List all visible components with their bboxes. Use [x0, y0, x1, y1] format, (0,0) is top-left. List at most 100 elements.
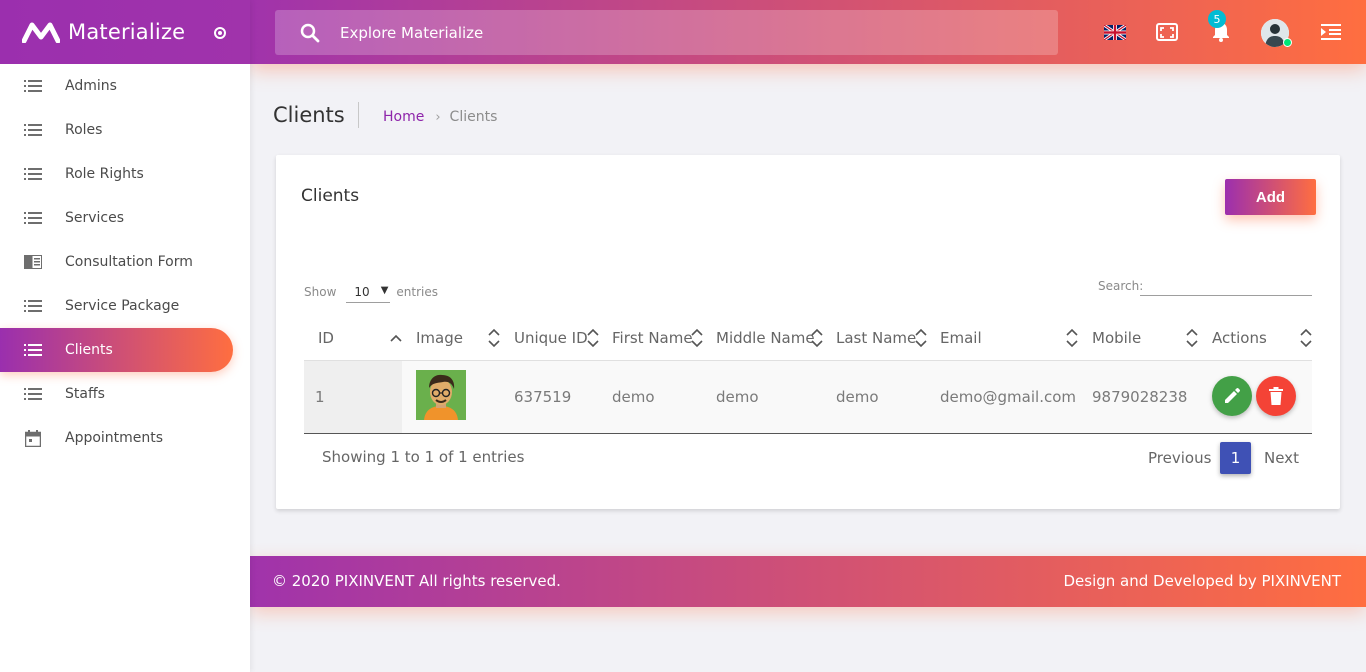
- sidebar-collapse-toggle-icon[interactable]: [214, 27, 226, 39]
- sort-icon[interactable]: [488, 327, 500, 349]
- sidebar-item-clients[interactable]: Clients: [0, 328, 233, 372]
- cell-email: demo@gmail.com: [940, 388, 1077, 406]
- list-icon: [24, 79, 42, 93]
- search-icon: [300, 23, 320, 42]
- cell-id: 1: [315, 388, 325, 406]
- pagination-next[interactable]: Next: [1264, 449, 1299, 467]
- uk-flag-icon[interactable]: [1103, 20, 1127, 44]
- sidebar-nav: Admins Roles Role Rights Services Consul…: [0, 64, 250, 460]
- sidebar-item-label: Service Package: [65, 298, 180, 314]
- card-title: Clients: [301, 186, 360, 206]
- pencil-icon: [1225, 388, 1240, 403]
- list-icon: [24, 123, 42, 137]
- brand-bar: Materialize: [0, 0, 250, 64]
- column-header-id[interactable]: ID: [318, 315, 334, 361]
- cell-middle-name: demo: [716, 388, 759, 406]
- column-header-last-name[interactable]: Last Name: [836, 315, 916, 361]
- list-icon: [24, 299, 42, 313]
- fullscreen-icon[interactable]: [1155, 20, 1179, 44]
- clients-card: Clients Add Show 10 ▼ entries Search: ID…: [276, 155, 1340, 509]
- sidebar-item-staffs[interactable]: Staffs: [0, 372, 250, 416]
- edit-button[interactable]: [1212, 376, 1252, 416]
- sort-ascending-icon[interactable]: [390, 327, 402, 349]
- sidebar-item-label: Role Rights: [65, 166, 144, 182]
- sidebar-item-service-package[interactable]: Service Package: [0, 284, 250, 328]
- column-header-actions[interactable]: Actions: [1212, 315, 1267, 361]
- entries-per-page-select[interactable]: 10 ▼: [346, 281, 391, 303]
- breadcrumb: Home › Clients: [383, 109, 497, 125]
- sidebar-item-appointments[interactable]: Appointments: [0, 416, 250, 460]
- table-info: Showing 1 to 1 of 1 entries: [322, 448, 525, 466]
- pagination-previous[interactable]: Previous: [1148, 449, 1211, 467]
- sidebar-item-consultation-form[interactable]: Consultation Form: [0, 240, 250, 284]
- cell-last-name: demo: [836, 388, 879, 406]
- footer-company-link[interactable]: PIXINVENT: [335, 572, 415, 590]
- entries-label: entries: [396, 285, 438, 299]
- sort-icon[interactable]: [915, 327, 927, 349]
- sort-icon[interactable]: [1066, 327, 1078, 349]
- sidebar-item-roles[interactable]: Roles: [0, 108, 250, 152]
- footer-credit: Design and Developed by PIXINVENT: [1063, 572, 1341, 590]
- credit-prefix: Design and Developed by: [1063, 572, 1257, 590]
- materialize-logo-icon: [22, 22, 60, 43]
- list-icon: [24, 343, 42, 357]
- sidebar-item-label: Consultation Form: [65, 254, 193, 270]
- breadcrumb-current: Clients: [449, 109, 498, 125]
- online-status-dot: [1283, 38, 1292, 47]
- column-header-unique-id[interactable]: Unique ID: [514, 315, 588, 361]
- add-client-button[interactable]: Add: [1225, 179, 1316, 215]
- column-header-image[interactable]: Image: [416, 315, 463, 361]
- trash-icon: [1269, 387, 1283, 405]
- column-header-mobile[interactable]: Mobile: [1092, 315, 1141, 361]
- client-avatar-image: [416, 370, 466, 420]
- footer: © 2020 PIXINVENT All rights reserved. De…: [250, 556, 1366, 607]
- column-header-email[interactable]: Email: [940, 315, 982, 361]
- sidebar-item-services[interactable]: Services: [0, 196, 250, 240]
- topbar: Explore Materialize 5: [250, 0, 1366, 64]
- list-icon: [24, 211, 42, 225]
- delete-button[interactable]: [1256, 376, 1296, 416]
- show-label: Show: [304, 285, 337, 299]
- cell-first-name: demo: [612, 388, 655, 406]
- list-icon: [24, 387, 42, 401]
- sidebar: Materialize Admins Roles Role Rights Ser…: [0, 0, 250, 672]
- sidebar-item-role-rights[interactable]: Role Rights: [0, 152, 250, 196]
- chevron-down-icon: ▼: [380, 285, 389, 296]
- sort-icon[interactable]: [1186, 327, 1198, 349]
- table-row: 1 637519 demo demo demo demo@gmail.com 9…: [304, 361, 1312, 434]
- title-divider: [358, 102, 359, 128]
- copyright-prefix: © 2020: [272, 572, 330, 590]
- table-header: ID Image Unique ID First Name Middle Nam…: [304, 315, 1312, 361]
- sort-icon[interactable]: [587, 327, 599, 349]
- page-length-control: Show 10 ▼ entries: [304, 281, 438, 303]
- sidebar-item-label: Clients: [65, 342, 113, 358]
- chevron-right-icon: ›: [435, 109, 441, 125]
- sidebar-item-label: Services: [65, 210, 125, 226]
- breadcrumb-home-link[interactable]: Home: [383, 109, 424, 125]
- search-input[interactable]: Explore Materialize: [340, 24, 483, 42]
- column-header-middle-name[interactable]: Middle Name: [716, 315, 815, 361]
- footer-copyright: © 2020 PIXINVENT All rights reserved.: [272, 572, 561, 590]
- footer-credit-link[interactable]: PIXINVENT: [1261, 572, 1341, 590]
- rights-text: All rights reserved.: [419, 572, 561, 590]
- sidebar-item-admins[interactable]: Admins: [0, 64, 250, 108]
- cell-unique-id: 637519: [514, 388, 572, 406]
- right-sidebar-toggle-icon[interactable]: [1319, 20, 1343, 44]
- sidebar-item-label: Staffs: [65, 386, 105, 402]
- table-search-label: Search:: [1098, 279, 1144, 293]
- sort-icon[interactable]: [1300, 327, 1312, 349]
- brand-name[interactable]: Materialize: [68, 20, 185, 44]
- calendar-icon: [24, 429, 42, 447]
- table-search-input[interactable]: [1140, 295, 1312, 296]
- sidebar-item-label: Appointments: [65, 430, 164, 446]
- list-icon: [24, 167, 42, 181]
- sidebar-item-label: Admins: [65, 78, 117, 94]
- sort-icon[interactable]: [811, 327, 823, 349]
- column-header-first-name[interactable]: First Name: [612, 315, 693, 361]
- chrome-reader-mode-icon: [24, 255, 42, 269]
- notification-badge: 5: [1208, 10, 1226, 28]
- sidebar-item-label: Roles: [65, 122, 103, 138]
- pagination-page-current[interactable]: 1: [1220, 442, 1251, 474]
- search-bar[interactable]: Explore Materialize: [275, 10, 1058, 55]
- sort-icon[interactable]: [691, 327, 703, 349]
